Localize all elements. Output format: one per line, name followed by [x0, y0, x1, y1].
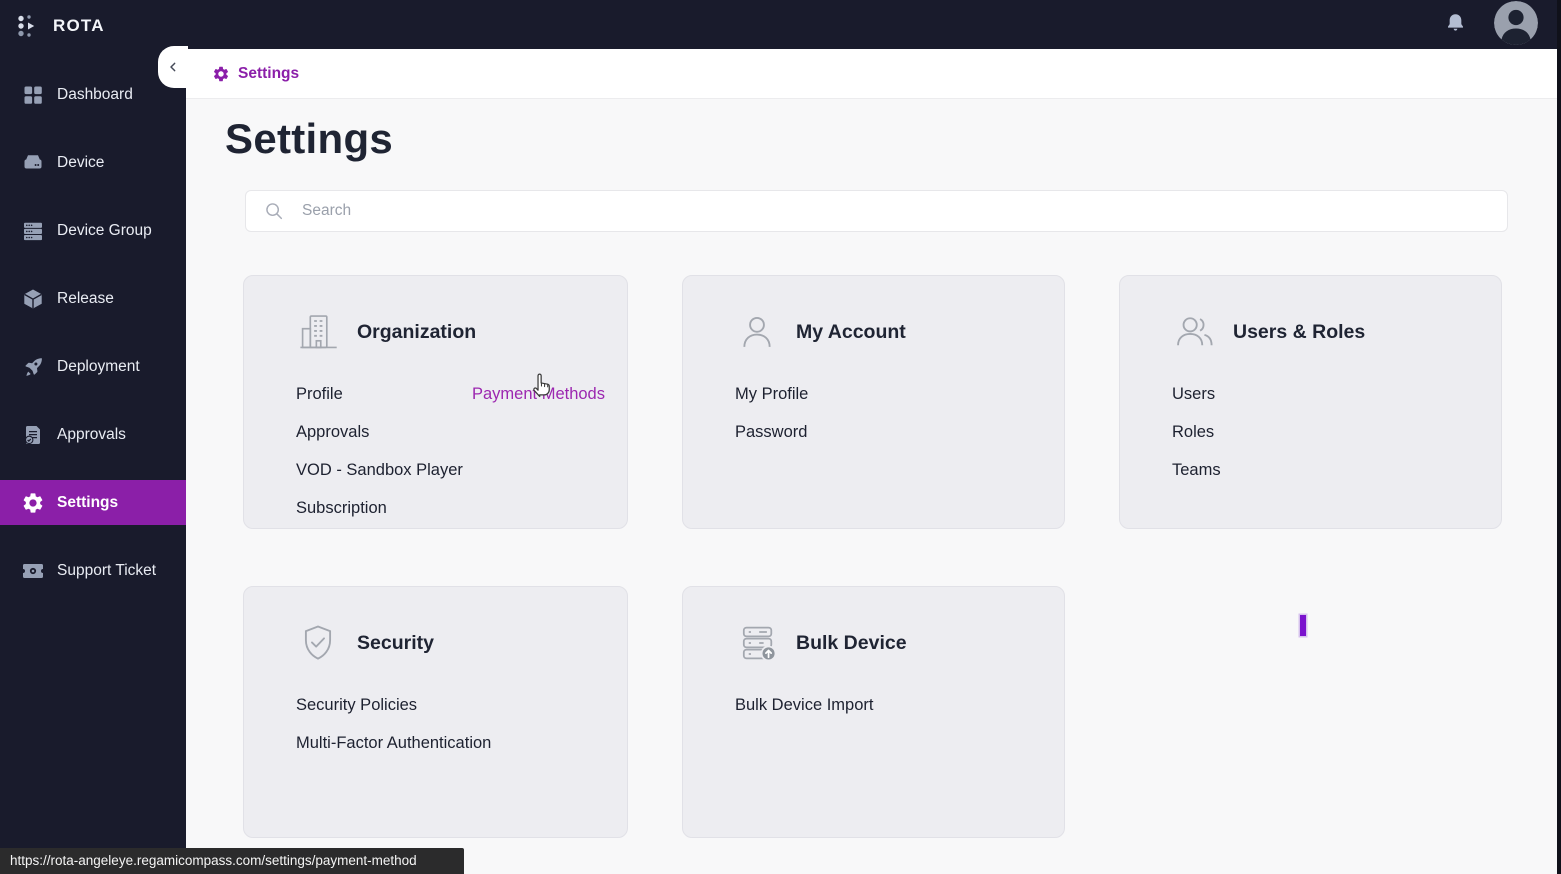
sidebar-item-settings[interactable]: Settings — [0, 480, 186, 525]
link-profile[interactable]: Profile — [296, 375, 472, 413]
sidebar-item-label: Approvals — [57, 425, 126, 443]
deployment-icon — [25, 357, 42, 376]
sidebar: ROTA Dashboard Device Device Group Relea… — [0, 0, 186, 874]
sidebar-collapse-button[interactable] — [158, 46, 188, 88]
search-icon — [266, 203, 283, 220]
link-my-profile[interactable]: My Profile — [735, 375, 1044, 413]
link-users[interactable]: Users — [1172, 375, 1481, 413]
app-logo: ROTA — [16, 12, 105, 40]
sidebar-item-label: Device — [57, 153, 105, 171]
breadcrumb-bar: Settings — [186, 49, 1557, 99]
server-import-icon — [742, 626, 777, 662]
sidebar-item-device[interactable]: Device — [0, 140, 186, 185]
card-title: Security — [357, 631, 434, 654]
card-security: Security Security Policies Multi-Factor … — [243, 586, 628, 838]
shield-check-icon — [304, 625, 332, 660]
card-title: Bulk Device — [796, 631, 907, 654]
card-users-roles: Users & Roles Users Roles Teams — [1119, 275, 1502, 529]
sidebar-item-dashboard[interactable]: Dashboard — [0, 72, 186, 117]
sidebar-item-device-group[interactable]: Device Group — [0, 208, 186, 253]
chevron-left-icon — [170, 62, 176, 72]
notification-bell-icon[interactable] — [1443, 10, 1468, 38]
card-bulk-device: Bulk Device Bulk Device Import — [682, 586, 1065, 838]
link-subscription[interactable]: Subscription — [296, 489, 472, 527]
sidebar-item-release[interactable]: Release — [0, 276, 186, 321]
rota-logo-icon — [18, 15, 35, 37]
breadcrumb[interactable]: Settings — [212, 49, 299, 98]
link-approvals[interactable]: Approvals — [296, 413, 472, 451]
card-title: Organization — [357, 320, 477, 343]
people-icon — [1177, 317, 1213, 346]
sidebar-item-approvals[interactable]: Approvals — [0, 412, 186, 457]
link-security-policies[interactable]: Security Policies — [296, 686, 607, 724]
link-vod-sandbox-player[interactable]: VOD - Sandbox Player — [296, 451, 472, 489]
app-name: ROTA — [53, 16, 105, 35]
dashboard-icon — [24, 86, 42, 104]
device-group-icon — [24, 222, 42, 240]
sidebar-item-deployment[interactable]: Deployment — [0, 344, 186, 389]
sidebar-item-label: Deployment — [57, 357, 140, 375]
approvals-icon — [24, 425, 40, 444]
link-multi-factor-authentication[interactable]: Multi-Factor Authentication — [296, 724, 607, 762]
link-bulk-device-import[interactable]: Bulk Device Import — [735, 686, 1044, 724]
link-roles[interactable]: Roles — [1172, 413, 1481, 451]
top-bar — [186, 0, 1557, 49]
person-icon — [743, 316, 771, 347]
card-my-account: My Account My Profile Password — [682, 275, 1065, 529]
status-url-tooltip: https://rota-angeleye.regamicompass.com/… — [0, 848, 464, 874]
sidebar-item-label: Dashboard — [57, 85, 133, 103]
release-icon — [24, 289, 42, 308]
page-title: Settings — [225, 115, 394, 162]
link-teams[interactable]: Teams — [1172, 451, 1481, 489]
text-caret — [1300, 615, 1306, 636]
support-ticket-icon — [23, 563, 43, 578]
card-organization: Organization Profile Approvals VOD - San… — [243, 275, 628, 529]
sidebar-nav: Dashboard Device Device Group Release De… — [0, 72, 186, 616]
window-right-edge — [1557, 0, 1561, 874]
main-content: Settings Organization Profil — [186, 99, 1557, 874]
link-password[interactable]: Password — [735, 413, 1044, 451]
sidebar-item-label: Device Group — [57, 221, 152, 239]
sidebar-item-label: Support Ticket — [57, 561, 157, 579]
building-icon — [300, 315, 337, 349]
card-title: My Account — [796, 320, 906, 343]
breadcrumb-gear-icon — [213, 66, 229, 81]
sidebar-item-label: Settings — [57, 493, 119, 511]
search-bar — [245, 190, 1508, 232]
settings-cards-grid: Organization Profile Approvals VOD - San… — [243, 275, 1502, 838]
settings-gear-icon — [23, 492, 43, 513]
user-avatar[interactable] — [1494, 1, 1538, 45]
mouse-cursor-pointer — [533, 373, 550, 398]
breadcrumb-label: Settings — [238, 64, 300, 82]
device-icon — [24, 154, 42, 168]
search-input[interactable] — [285, 191, 1507, 231]
sidebar-item-support-ticket[interactable]: Support Ticket — [0, 548, 186, 593]
card-title: Users & Roles — [1233, 320, 1366, 343]
sidebar-item-label: Release — [57, 289, 114, 307]
